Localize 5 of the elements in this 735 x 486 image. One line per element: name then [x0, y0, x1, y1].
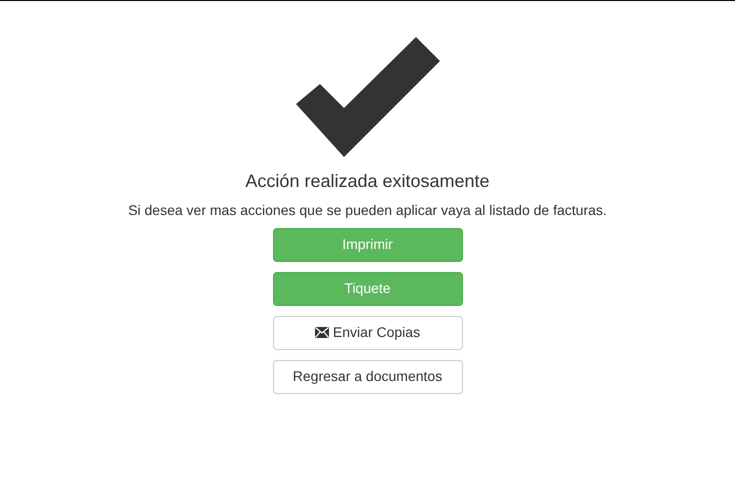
checkmark-icon — [296, 37, 440, 157]
success-title: Acción realizada exitosamente — [244, 171, 491, 193]
action-button[interactable]: Regresar a documentos — [272, 360, 462, 394]
instruction-text: Si desea ver mas acciones que se pueden aplicar vaya al listado de facturas. — [127, 200, 608, 220]
action-button[interactable]: Enviar Copias — [272, 316, 462, 350]
